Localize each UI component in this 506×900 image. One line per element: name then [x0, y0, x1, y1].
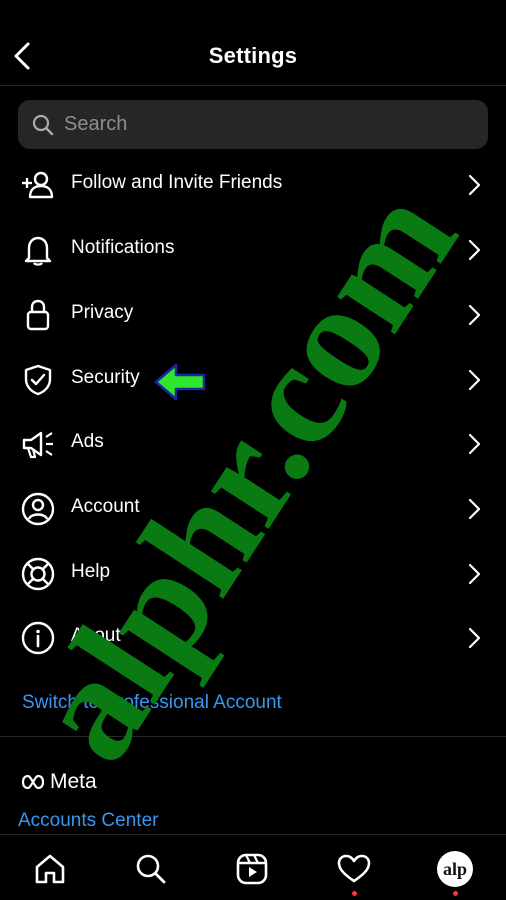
chevron-right-icon	[468, 304, 481, 326]
home-icon[interactable]	[30, 849, 70, 889]
menu-item-label: Notifications	[71, 237, 175, 258]
notification-dot	[453, 891, 458, 896]
menu-item-label: Follow and Invite Friends	[71, 172, 283, 193]
menu-item-label: Ads	[71, 431, 104, 452]
menu-item-label: Security	[71, 367, 140, 388]
switch-professional-link[interactable]: Switch to Professional Account	[22, 692, 282, 714]
chevron-right-icon	[468, 369, 481, 391]
bottom-navigation: alp	[0, 834, 506, 900]
menu-item-label: Account	[71, 496, 140, 517]
info-icon	[20, 620, 56, 656]
heart-icon[interactable]	[334, 849, 374, 889]
header: Settings	[0, 0, 506, 86]
shield-check-icon	[20, 362, 56, 398]
chevron-right-icon	[468, 498, 481, 520]
bell-icon	[20, 232, 56, 268]
menu-item-label: Privacy	[71, 302, 134, 323]
chevron-right-icon	[468, 627, 481, 649]
user-circle-icon	[20, 491, 56, 527]
meta-infinity-icon	[21, 774, 45, 790]
chevron-right-icon	[468, 239, 481, 261]
meta-logo-text: Meta	[50, 770, 97, 793]
search-icon[interactable]	[131, 849, 171, 889]
megaphone-icon	[20, 426, 56, 462]
chevron-right-icon	[468, 433, 481, 455]
search-icon	[32, 114, 54, 135]
meta-logo: Meta	[20, 768, 97, 796]
notification-dot	[352, 891, 357, 896]
divider	[0, 736, 506, 737]
menu-item-notifications[interactable]: Notifications	[0, 222, 506, 278]
chevron-right-icon	[468, 174, 481, 196]
chevron-right-icon	[468, 563, 481, 585]
search-bar[interactable]	[18, 100, 488, 149]
profile-avatar[interactable]: alp	[435, 849, 475, 889]
menu-item-ads[interactable]: Ads	[0, 416, 506, 472]
annotation-arrow-icon	[154, 363, 206, 401]
menu-item-account[interactable]: Account	[0, 481, 506, 537]
menu-item-security[interactable]: Security	[0, 352, 506, 408]
reels-icon[interactable]	[232, 849, 272, 889]
menu-item-label: About	[71, 625, 121, 646]
add-person-icon	[20, 167, 56, 203]
search-input[interactable]	[62, 112, 446, 137]
lock-icon	[20, 297, 56, 333]
menu-item-about[interactable]: About	[0, 610, 506, 666]
menu-item-label: Help	[71, 561, 111, 582]
page-title: Settings	[208, 43, 298, 68]
menu-item-follow-invite[interactable]: Follow and Invite Friends	[0, 157, 506, 213]
menu-item-privacy[interactable]: Privacy	[0, 287, 506, 343]
menu-item-help[interactable]: Help	[0, 546, 506, 602]
lifebuoy-icon	[20, 556, 56, 592]
avatar: alp	[437, 851, 473, 887]
accounts-center-link[interactable]: Accounts Center	[18, 810, 158, 832]
